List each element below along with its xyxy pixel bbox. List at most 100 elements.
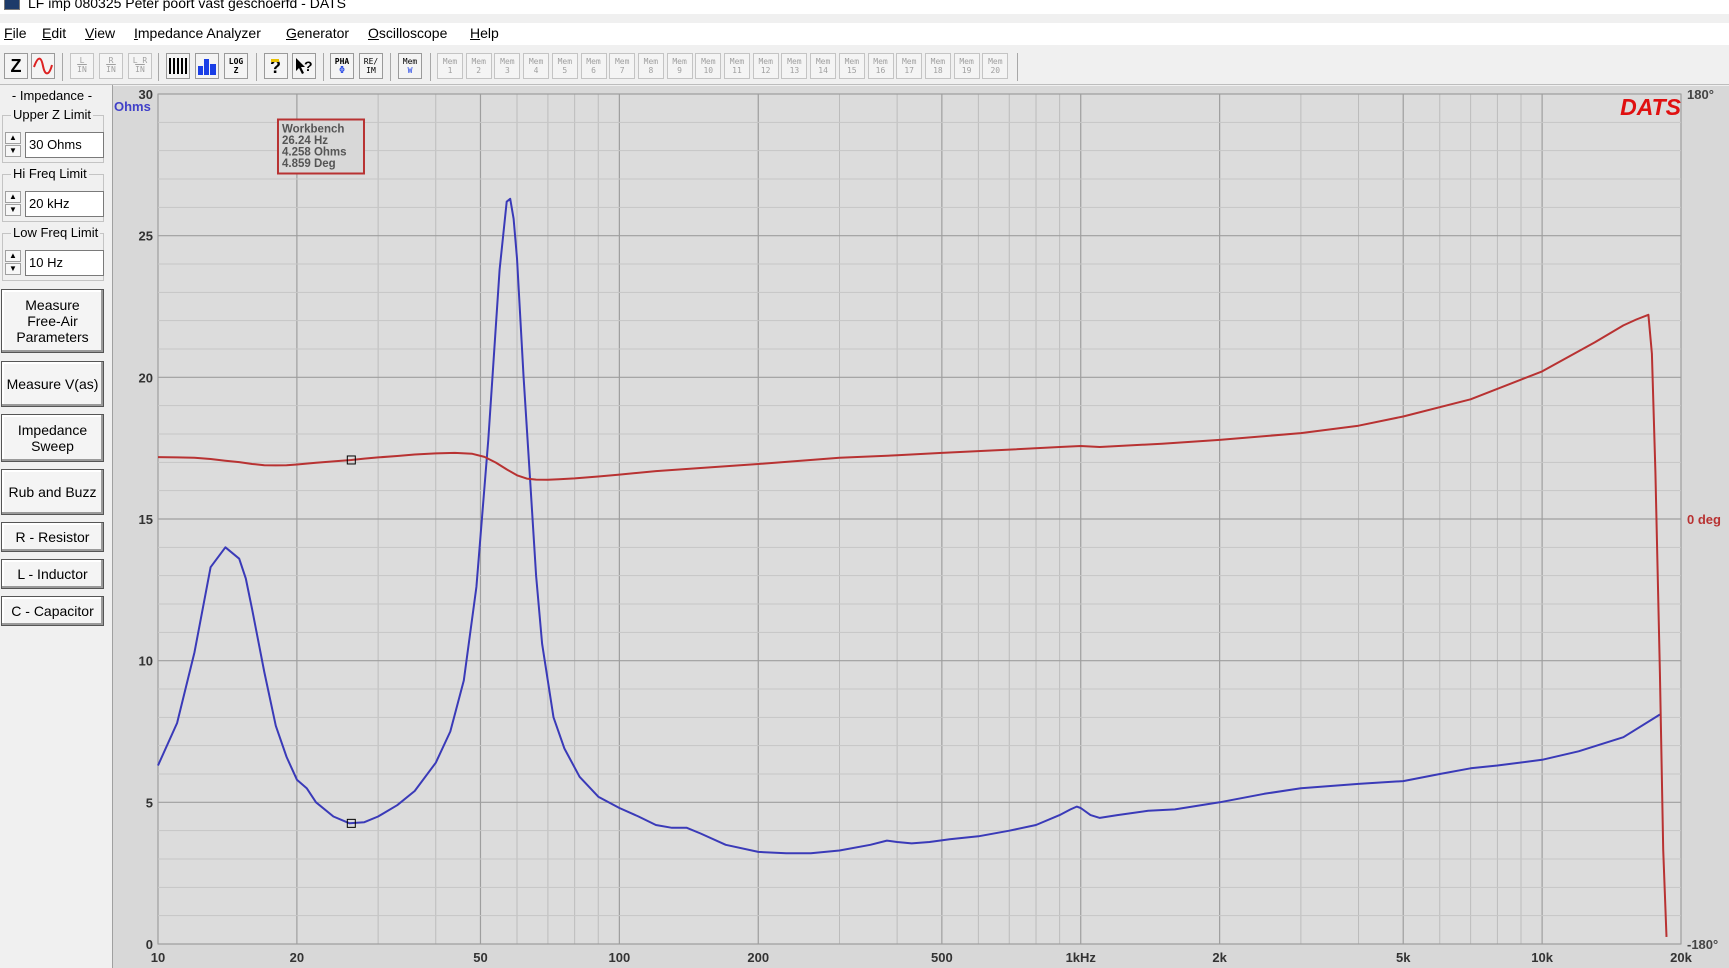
memory-slot-17-button[interactable]: Mem 17 xyxy=(896,53,923,79)
phase-tick-label: -180° xyxy=(1687,937,1718,952)
reim-bottom: IM xyxy=(366,66,376,75)
measure-free-air-button[interactable]: Measure Free-Air Parameters xyxy=(1,289,104,353)
menu-oscilloscope[interactable]: Oscilloscope xyxy=(368,25,447,41)
real-imaginary-button[interactable]: RE/IM xyxy=(359,53,383,79)
rub-and-buzz-button[interactable]: Rub and Buzz xyxy=(1,469,104,515)
low-freq-limit-group: Low Freq Limit ▲ ▼ 10 Hz xyxy=(2,225,104,281)
memory-slot-label: Mem xyxy=(557,57,573,66)
spin-down-icon[interactable]: ▼ xyxy=(5,204,21,216)
info-box-line: 4.258 Ohms xyxy=(282,147,347,159)
x-tick-label: 200 xyxy=(747,950,769,965)
upper-z-limit-label: Upper Z Limit xyxy=(11,107,94,122)
memory-slot-7-button[interactable]: Mem 7 xyxy=(609,53,636,79)
hi-freq-limit-spinner: ▲ ▼ xyxy=(3,191,25,219)
gridlines-button[interactable] xyxy=(166,53,190,79)
x-tick-label: 10k xyxy=(1531,950,1553,965)
capacitor-button[interactable]: C - Capacitor xyxy=(1,596,104,626)
memory-slot-1-button[interactable]: Mem 1 xyxy=(437,53,463,79)
sine-generator-button[interactable] xyxy=(31,53,55,79)
impedance-sweep-button[interactable]: Impedance Sweep xyxy=(1,414,104,462)
upper-z-limit-field[interactable]: 30 Ohms xyxy=(25,132,104,158)
memory-slot-10-button[interactable]: Mem 10 xyxy=(695,53,722,79)
memory-slot-9-button[interactable]: Mem 9 xyxy=(666,53,693,79)
x-tick-label: 100 xyxy=(609,950,631,965)
memory-slot-18-button[interactable]: Mem 18 xyxy=(924,53,951,79)
memory-slot-12-button[interactable]: Mem 12 xyxy=(752,53,779,79)
low-freq-limit-spinner: ▲ ▼ xyxy=(3,250,25,278)
menu-edit[interactable]: Edit xyxy=(42,25,66,41)
memory-slot-20-button[interactable]: Mem 20 xyxy=(982,53,1009,79)
log-z-top: LOG xyxy=(228,57,244,66)
memory-slot-number: 15 xyxy=(846,66,857,75)
low-freq-limit-field[interactable]: 10 Hz xyxy=(25,250,104,276)
x-tick-label: 500 xyxy=(931,950,953,965)
menu-view-accel: V xyxy=(85,25,95,41)
memory-slot-13-button[interactable]: Mem 13 xyxy=(781,53,808,79)
memory-slot-11-button[interactable]: Mem 11 xyxy=(724,53,750,79)
phase-button[interactable]: PHA Φ xyxy=(330,53,354,79)
impedance-chart[interactable]: 10 20 50 100 200 500 1kHz 2k 5k 10k 20k05101520253… xyxy=(113,86,1729,968)
menu-view[interactable]: View xyxy=(85,25,115,41)
toolbar: Z L IN R IN L R IN LOG Z ? ? PHA Φ RE/IM Mem W… xyxy=(0,50,1729,85)
both-inputs-button[interactable]: L R IN xyxy=(128,53,152,79)
log-z-bottom: Z xyxy=(233,66,239,75)
spin-down-icon[interactable]: ▼ xyxy=(5,145,21,157)
memory-slot-8-button[interactable]: Mem 8 xyxy=(637,53,664,79)
memory-slot-label: Mem xyxy=(471,57,486,66)
memory-slot-number: 8 xyxy=(648,66,654,75)
inductor-button[interactable]: L - Inductor xyxy=(1,559,104,589)
measure-vas-button[interactable]: Measure V(as) xyxy=(1,361,104,407)
menu-generator[interactable]: Generator xyxy=(286,25,349,41)
bar-chart-icon xyxy=(198,59,216,75)
menu-impedance-analyzer[interactable]: Impedance Analyzer xyxy=(134,25,261,41)
memory-slot-label: Mem xyxy=(844,57,860,66)
menu-view-label: iew xyxy=(94,25,116,41)
memory-write-bottom: W xyxy=(407,66,413,75)
impedance-mode-button[interactable]: Z xyxy=(4,53,28,79)
memory-slot-number: 12 xyxy=(760,66,771,75)
memory-slot-16-button[interactable]: Mem 16 xyxy=(867,53,894,79)
memory-slot-6-button[interactable]: Mem 6 xyxy=(580,53,607,79)
resistor-button[interactable]: R - Resistor xyxy=(1,522,104,552)
fill-chart-button[interactable] xyxy=(195,53,219,79)
memory-slot-19-button[interactable]: Mem 19 xyxy=(953,53,980,79)
y-tick-label: 0 xyxy=(146,937,153,952)
x-tick-label: 5k xyxy=(1396,950,1411,965)
menu-edit-label: dit xyxy=(51,25,67,41)
spin-up-icon[interactable]: ▲ xyxy=(5,191,21,203)
memory-slot-4-button[interactable]: Mem 4 xyxy=(523,53,550,79)
toolbar-separator xyxy=(323,53,324,81)
toolbar-separator xyxy=(256,53,257,81)
menu-generator-label: enerator xyxy=(296,25,350,41)
memory-slot-2-button[interactable]: Mem 2 xyxy=(465,53,492,79)
context-help-button[interactable]: ? xyxy=(292,53,316,79)
right-input-button[interactable]: R IN xyxy=(99,53,123,79)
toolbar-separator xyxy=(158,53,159,81)
spin-up-icon[interactable]: ▲ xyxy=(5,250,21,262)
memory-slot-number: 17 xyxy=(904,66,914,75)
sine-wave-icon xyxy=(33,57,53,75)
memory-slot-label: Mem xyxy=(959,57,974,66)
memory-slot-5-button[interactable]: Mem 5 xyxy=(551,53,578,79)
menu-edit-accel: E xyxy=(42,25,52,41)
menu-help[interactable]: Help xyxy=(470,25,499,41)
toolbar-separator xyxy=(62,53,63,81)
phase-bottom: Φ xyxy=(338,65,346,76)
help-icon: ? xyxy=(270,57,281,77)
svg-text:?: ? xyxy=(304,58,313,74)
memory-slot-15-button[interactable]: Mem 15 xyxy=(838,53,865,79)
spin-down-icon[interactable]: ▼ xyxy=(5,263,21,275)
log-z-button[interactable]: LOG Z xyxy=(224,53,248,79)
menu-file[interactable]: File xyxy=(4,25,27,41)
right-input-top: R xyxy=(108,56,114,65)
spin-up-icon[interactable]: ▲ xyxy=(5,132,21,144)
memory-slot-3-button[interactable]: Mem 3 xyxy=(494,53,521,79)
x-tick-label: 1kHz xyxy=(1066,950,1097,965)
memory-slot-14-button[interactable]: Mem 14 xyxy=(810,53,837,79)
help-button[interactable]: ? xyxy=(264,53,288,79)
toolbar-separator xyxy=(390,53,391,81)
left-input-button[interactable]: L IN xyxy=(70,53,94,79)
left-input-bottom: IN xyxy=(77,65,87,74)
hi-freq-limit-field[interactable]: 20 kHz xyxy=(25,191,104,217)
memory-write-button[interactable]: Mem W xyxy=(398,53,422,79)
